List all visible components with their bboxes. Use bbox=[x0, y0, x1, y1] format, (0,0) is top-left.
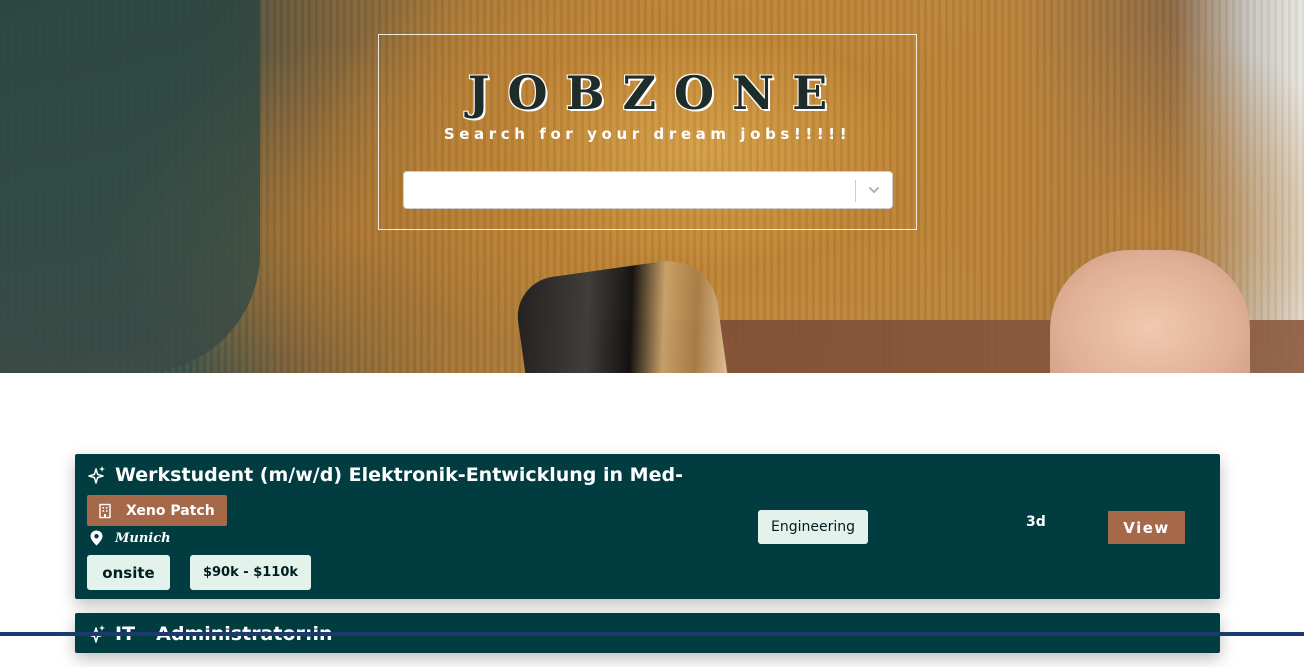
bottom-edge-bar bbox=[0, 632, 1304, 636]
tagline: Search for your dream jobs!!!!! bbox=[443, 125, 852, 143]
job-search-select[interactable] bbox=[403, 171, 893, 209]
hero-hand bbox=[1050, 250, 1250, 373]
job-title-row: Werkstudent (m/w/d) Elektronik-Entwicklu… bbox=[88, 464, 683, 486]
brand-logo: JOBZONE bbox=[467, 66, 846, 120]
location-city: Munich bbox=[115, 530, 171, 546]
hero-background-left bbox=[0, 0, 260, 373]
job-card: Werkstudent (m/w/d) Elektronik-Entwicklu… bbox=[75, 454, 1220, 599]
building-icon bbox=[99, 503, 111, 518]
chevron-down-icon[interactable] bbox=[867, 183, 881, 197]
work-mode-chip: onsite bbox=[87, 555, 170, 590]
job-location: Munich bbox=[89, 530, 171, 546]
map-pin-icon bbox=[90, 530, 103, 546]
company-badge: Xeno Patch bbox=[87, 495, 227, 526]
salary-chip: $90k - $110k bbox=[190, 555, 311, 590]
company-name: Xeno Patch bbox=[126, 502, 215, 519]
hero-banner: JOBZONE Search for your dream jobs!!!!! bbox=[0, 0, 1304, 373]
job-title: Werkstudent (m/w/d) Elektronik-Entwicklu… bbox=[115, 464, 683, 486]
posted-age: 3d bbox=[1026, 514, 1046, 530]
category-chip: Engineering bbox=[758, 510, 868, 544]
search-panel: JOBZONE Search for your dream jobs!!!!! bbox=[378, 34, 917, 230]
sparkles-icon bbox=[88, 466, 105, 484]
view-job-button[interactable]: View bbox=[1108, 511, 1185, 544]
select-separator bbox=[855, 180, 856, 202]
